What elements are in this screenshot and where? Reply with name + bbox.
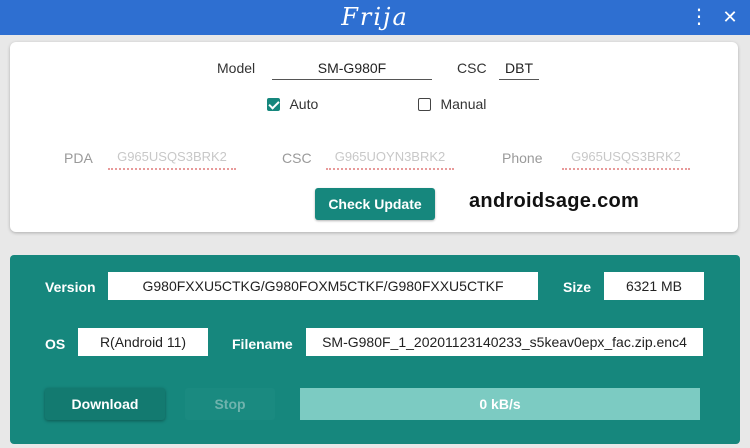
stop-button[interactable]: Stop (185, 388, 275, 420)
manual-checkbox[interactable]: Manual (418, 96, 486, 114)
filename-value: SM-G980F_1_20201123140233_s5keav0epx_fac… (306, 328, 703, 356)
csc2-label: CSC (282, 150, 312, 166)
os-label: OS (45, 336, 66, 352)
csc-input[interactable]: DBT (499, 57, 539, 80)
watermark-text: androidsage.com (469, 190, 640, 212)
manual-checkbox-box[interactable] (418, 98, 431, 112)
result-card: Version G980FXXU5CTKG/G980FOXM5CTKF/G980… (10, 255, 740, 444)
csc2-input[interactable]: G965UOYN3BRK2 (326, 146, 454, 170)
version-value: G980FXXU5CTKG/G980FOXM5CTKF/G980FXXU5CTK… (108, 272, 538, 300)
pda-label: PDA (64, 150, 93, 166)
close-icon[interactable]: ✕ (717, 3, 743, 31)
os-value: R(Android 11) (78, 328, 208, 356)
auto-checkbox-box[interactable] (267, 98, 280, 112)
phone-label: Phone (502, 150, 543, 166)
phone-input[interactable]: G965USQS3BRK2 (562, 146, 690, 170)
pda-input[interactable]: G965USQS3BRK2 (108, 146, 236, 170)
size-value: 6321 MB (604, 272, 704, 300)
download-button[interactable]: Download (45, 388, 165, 420)
check-update-button[interactable]: Check Update (315, 188, 435, 220)
manual-label: Manual (440, 96, 487, 112)
auto-checkbox[interactable]: Auto (267, 96, 318, 114)
progress-speed-text: 0 kB/s (479, 396, 521, 412)
auto-label: Auto (289, 96, 319, 112)
model-input[interactable]: SM-G980F (272, 57, 432, 80)
app-title: Frija (341, 3, 409, 31)
model-label: Model (217, 60, 256, 76)
download-progress-bar: 0 kB/s (300, 388, 700, 420)
version-label: Version (45, 279, 96, 295)
filename-label: Filename (232, 336, 293, 352)
search-card: Model SM-G980F CSC DBT Auto Manual PDA G… (10, 42, 738, 232)
size-label: Size (563, 279, 592, 295)
title-bar: Frija ⋮ ✕ (0, 0, 750, 35)
more-vert-icon[interactable]: ⋮ (686, 3, 712, 31)
csc-label: CSC (457, 60, 487, 76)
